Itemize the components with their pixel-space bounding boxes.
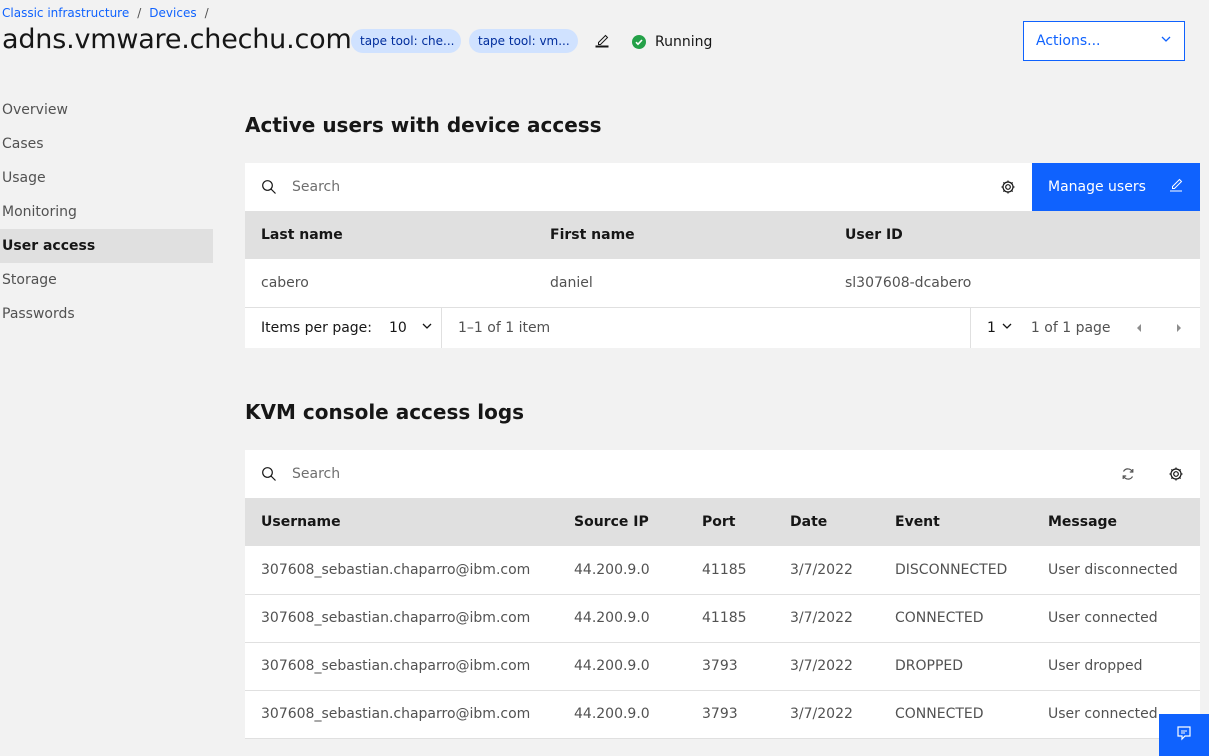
actions-label: Actions... — [1036, 33, 1101, 49]
caret-right-icon[interactable] — [1171, 320, 1187, 336]
column-header-date[interactable]: Date — [774, 498, 879, 546]
column-header-last-name[interactable]: Last name — [245, 211, 534, 259]
breadcrumb-devices[interactable]: Devices — [149, 6, 196, 20]
status-indicator: Running — [632, 34, 712, 50]
cell-username: 307608_sebastian.chaparro@ibm.com — [245, 642, 558, 691]
cell-message: User connected — [1032, 594, 1200, 643]
table-header-row: Username Source IP Port Date Event Messa… — [245, 498, 1200, 546]
column-header-first-name[interactable]: First name — [534, 211, 829, 259]
kvm-toolbar — [245, 450, 1200, 498]
breadcrumb-separator: / — [204, 6, 209, 20]
kvm-search-input[interactable] — [292, 450, 1104, 498]
sidebar-item-monitoring[interactable]: Monitoring — [0, 195, 213, 229]
cell-port: 41185 — [686, 594, 774, 643]
table-row: 307608_sebastian.chaparro@ibm.com 44.200… — [245, 642, 1200, 691]
tag-tape-tool-1[interactable]: tape tool: che... — [351, 29, 461, 53]
kvm-section-title: KVM console access logs — [245, 400, 525, 424]
page-of: 1 of 1 page — [1030, 320, 1111, 336]
items-per-page-value: 10 — [389, 320, 407, 336]
edit-icon — [1168, 177, 1184, 197]
page-value: 1 — [987, 320, 996, 336]
chevron-down-icon — [1160, 33, 1172, 49]
users-pagination: Items per page: 10 1–1 of 1 item 1 1 of … — [245, 307, 1200, 348]
search-icon — [261, 466, 277, 482]
sidebar-item-storage[interactable]: Storage — [0, 263, 213, 297]
gear-icon[interactable] — [984, 163, 1032, 211]
cell-port: 3793 — [686, 642, 774, 691]
cell-event: DROPPED — [879, 642, 1032, 691]
page-title: adns.vmware.chechu.com — [2, 24, 352, 55]
column-header-message[interactable]: Message — [1032, 498, 1200, 546]
cell-port: 3793 — [686, 690, 774, 739]
actions-dropdown[interactable]: Actions... — [1023, 21, 1185, 61]
page-controls: 1 1 of 1 page — [970, 308, 1200, 348]
cell-source-ip: 44.200.9.0 — [558, 642, 686, 691]
cell-message: User disconnected — [1032, 546, 1200, 595]
kvm-logs-table: Username Source IP Port Date Event Messa… — [245, 498, 1200, 739]
manage-users-label: Manage users — [1048, 179, 1146, 195]
cell-last-name: cabero — [245, 259, 534, 308]
cell-message: User dropped — [1032, 642, 1200, 691]
table-row: 307608_sebastian.chaparro@ibm.com 44.200… — [245, 546, 1200, 595]
breadcrumb-classic-infrastructure[interactable]: Classic infrastructure — [2, 6, 129, 20]
feedback-icon — [1176, 725, 1192, 745]
side-navigation: Overview Cases Usage Monitoring User acc… — [0, 93, 213, 331]
chevron-down-icon — [421, 320, 433, 336]
column-header-username[interactable]: Username — [245, 498, 558, 546]
status-label: Running — [655, 34, 713, 50]
cell-event: DISCONNECTED — [879, 546, 1032, 595]
cell-date: 3/7/2022 — [774, 642, 879, 691]
column-header-source-ip[interactable]: Source IP — [558, 498, 686, 546]
users-table: Last name First name User ID cabero dani… — [245, 211, 1200, 308]
cell-username: 307608_sebastian.chaparro@ibm.com — [245, 546, 558, 595]
users-search-input[interactable] — [292, 163, 984, 211]
search-icon — [261, 179, 277, 195]
cell-date: 3/7/2022 — [774, 546, 879, 595]
cell-first-name: daniel — [534, 259, 829, 308]
column-header-user-id[interactable]: User ID — [829, 211, 1200, 259]
cell-username: 307608_sebastian.chaparro@ibm.com — [245, 594, 558, 643]
manage-users-button[interactable]: Manage users — [1032, 163, 1200, 211]
breadcrumb: Classic infrastructure / Devices / — [2, 6, 217, 20]
cell-event: CONNECTED — [879, 690, 1032, 739]
items-range: 1–1 of 1 item — [458, 320, 551, 336]
sidebar-item-user-access[interactable]: User access — [0, 229, 213, 263]
table-row: cabero daniel sl307608-dcabero — [245, 259, 1200, 308]
users-section-title: Active users with device access — [245, 113, 602, 137]
column-header-event[interactable]: Event — [879, 498, 1032, 546]
cell-source-ip: 44.200.9.0 — [558, 594, 686, 643]
feedback-button[interactable] — [1159, 714, 1209, 756]
cell-username: 307608_sebastian.chaparro@ibm.com — [245, 690, 558, 739]
items-per-page: Items per page: 10 — [245, 308, 442, 348]
cell-source-ip: 44.200.9.0 — [558, 690, 686, 739]
gear-icon[interactable] — [1152, 450, 1200, 498]
cell-date: 3/7/2022 — [774, 690, 879, 739]
sidebar-item-usage[interactable]: Usage — [0, 161, 213, 195]
sidebar-item-overview[interactable]: Overview — [0, 93, 213, 127]
chevron-down-icon — [1001, 320, 1013, 336]
edit-icon[interactable] — [594, 33, 610, 49]
tag-tape-tool-2[interactable]: tape tool: vm... — [469, 29, 578, 53]
checkmark-icon — [632, 35, 646, 49]
table-row: 307608_sebastian.chaparro@ibm.com 44.200… — [245, 594, 1200, 643]
items-per-page-select[interactable]: 10 — [389, 320, 433, 336]
table-row: 307608_sebastian.chaparro@ibm.com 44.200… — [245, 690, 1200, 739]
users-toolbar: Manage users — [245, 163, 1200, 211]
caret-left-icon[interactable] — [1131, 320, 1147, 336]
refresh-icon[interactable] — [1104, 450, 1152, 498]
page-select[interactable]: 1 — [987, 320, 1013, 336]
items-per-page-label: Items per page: — [261, 320, 373, 336]
cell-user-id: sl307608-dcabero — [829, 259, 1200, 308]
cell-port: 41185 — [686, 546, 774, 595]
column-header-port[interactable]: Port — [686, 498, 774, 546]
cell-event: CONNECTED — [879, 594, 1032, 643]
table-header-row: Last name First name User ID — [245, 211, 1200, 259]
breadcrumb-separator: / — [137, 6, 142, 20]
sidebar-item-passwords[interactable]: Passwords — [0, 297, 213, 331]
cell-date: 3/7/2022 — [774, 594, 879, 643]
sidebar-item-cases[interactable]: Cases — [0, 127, 213, 161]
cell-source-ip: 44.200.9.0 — [558, 546, 686, 595]
